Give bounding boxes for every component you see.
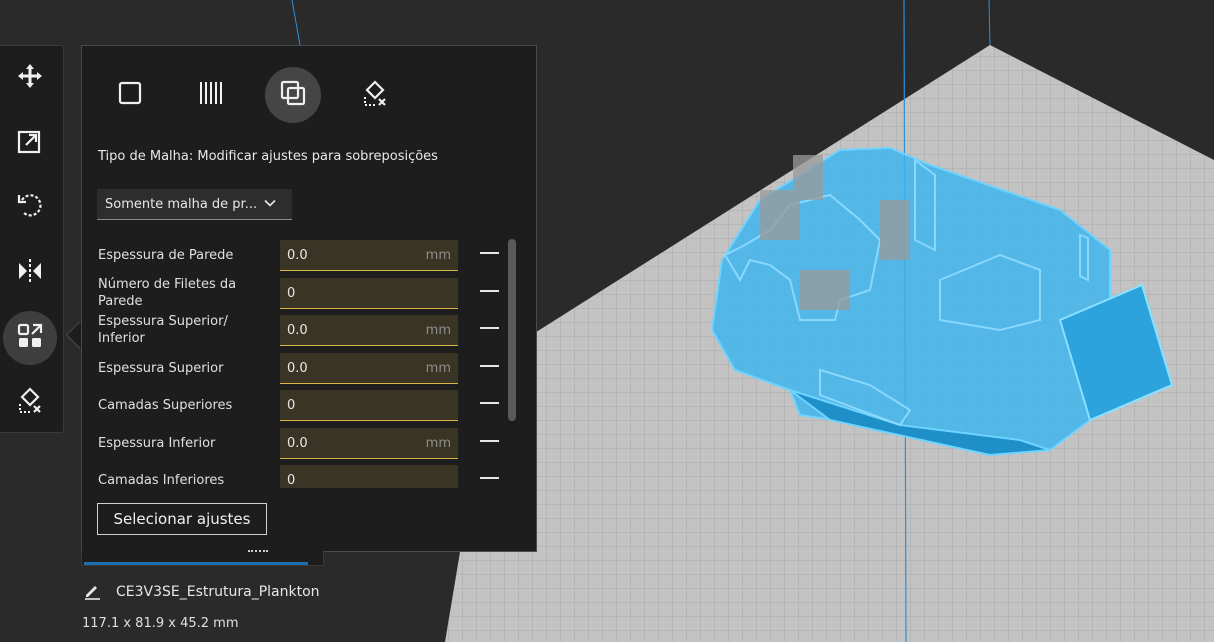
remove-setting-button[interactable] (480, 252, 499, 254)
settings-scrollbar[interactable] (508, 239, 516, 421)
move-icon (15, 61, 45, 95)
rotate-icon (15, 190, 45, 224)
setting-value: 0.0 (287, 435, 308, 451)
remove-setting-button[interactable] (480, 290, 499, 292)
setting-value-field[interactable]: 0 (280, 278, 458, 309)
setting-label: Espessura Inferior (98, 435, 216, 451)
per-model-settings-panel: Tipo de Malha: Modificar ajustes para so… (81, 45, 537, 552)
remove-setting-button[interactable] (480, 477, 499, 479)
setting-label: Espessura Superior/ Inferior (98, 314, 228, 346)
normal-model-button[interactable] (102, 67, 158, 123)
remove-setting-button[interactable] (480, 327, 499, 329)
scale-icon (15, 126, 45, 160)
support-blocker-mesh-icon (360, 78, 390, 112)
mirror-tool-button[interactable] (3, 246, 57, 300)
object-dimensions: 117.1 x 81.9 x 45.2 mm (82, 616, 239, 631)
setting-label: Número de Filetes da Parede (98, 277, 237, 309)
setting-value: 0 (287, 472, 296, 488)
remove-setting-button[interactable] (480, 440, 499, 442)
rotate-tool-button[interactable] (3, 180, 57, 234)
setting-row: Número de Filetes da Parede 0 (98, 276, 503, 310)
remove-setting-button[interactable] (480, 365, 499, 367)
per-model-settings-tool-button[interactable] (3, 311, 57, 365)
selected-object-highlight (84, 562, 308, 565)
setting-value-field[interactable]: 0.0 mm (280, 353, 458, 384)
setting-value: 0.0 (287, 247, 308, 263)
setting-value: 0.0 (287, 360, 308, 376)
object-list-drag-handle[interactable] (248, 550, 268, 554)
setting-value: 0.0 (287, 322, 308, 338)
infill-mesh-icon (196, 78, 226, 112)
move-tool-button[interactable] (3, 51, 57, 105)
setting-value-field[interactable]: 0 (280, 390, 458, 421)
setting-row: Espessura Superior 0.0 mm (98, 351, 503, 385)
object-name-row: CE3V3SE_Estrutura_Plankton (82, 580, 320, 604)
setting-unit: mm (425, 323, 451, 338)
setting-label: Espessura Superior (98, 360, 224, 376)
support-blocker-mesh-button[interactable] (347, 67, 403, 123)
remove-setting-button[interactable] (480, 402, 499, 404)
scale-tool-button[interactable] (3, 116, 57, 170)
setting-row: Camadas Superiores 0 (98, 388, 503, 422)
chevron-down-icon (264, 197, 276, 209)
setting-value-field[interactable]: 0.0 mm (280, 315, 458, 346)
dropdown-value: Somente malha de pr... (105, 196, 258, 212)
mesh-type-label: Tipo de Malha: Modificar ajustes para so… (98, 149, 438, 164)
setting-value: 0 (287, 397, 296, 413)
setting-row: Espessura Superior/ Inferior 0.0 mm (98, 313, 503, 347)
support-blocker-tool-button[interactable] (3, 375, 57, 429)
normal-model-icon (115, 78, 145, 112)
pencil-icon[interactable] (82, 580, 116, 604)
overlap-mesh-button[interactable] (265, 67, 321, 123)
setting-label: Camadas Inferiores (98, 472, 225, 488)
setting-row: Espessura Inferior 0.0 mm (98, 426, 503, 460)
setting-row: Camadas Inferiores 0 (98, 463, 503, 488)
mesh-mode-dropdown[interactable]: Somente malha de pr... (97, 189, 292, 220)
infill-mesh-button[interactable] (183, 67, 239, 123)
overlap-mesh-icon (278, 78, 308, 112)
setting-label: Camadas Superiores (98, 397, 233, 413)
setting-value-field[interactable]: 0.0 mm (280, 240, 458, 271)
setting-unit: mm (425, 248, 451, 263)
select-settings-button[interactable]: Selecionar ajustes (97, 503, 267, 535)
settings-list: Espessura de Parede 0.0 mm Número de File… (98, 238, 503, 488)
setting-value-field[interactable]: 0 (280, 465, 458, 488)
setting-unit: mm (425, 436, 451, 451)
object-name: CE3V3SE_Estrutura_Plankton (116, 584, 320, 600)
tool-rail (0, 45, 64, 433)
support-blocker-icon (15, 385, 45, 419)
setting-row: Espessura de Parede 0.0 mm (98, 238, 503, 272)
per-model-settings-icon (15, 321, 45, 355)
setting-value-field[interactable]: 0.0 mm (280, 428, 458, 459)
setting-value: 0 (287, 285, 296, 301)
setting-label: Espessura de Parede (98, 247, 234, 263)
setting-unit: mm (425, 361, 451, 376)
mirror-icon (15, 256, 45, 290)
object-list (81, 550, 324, 566)
